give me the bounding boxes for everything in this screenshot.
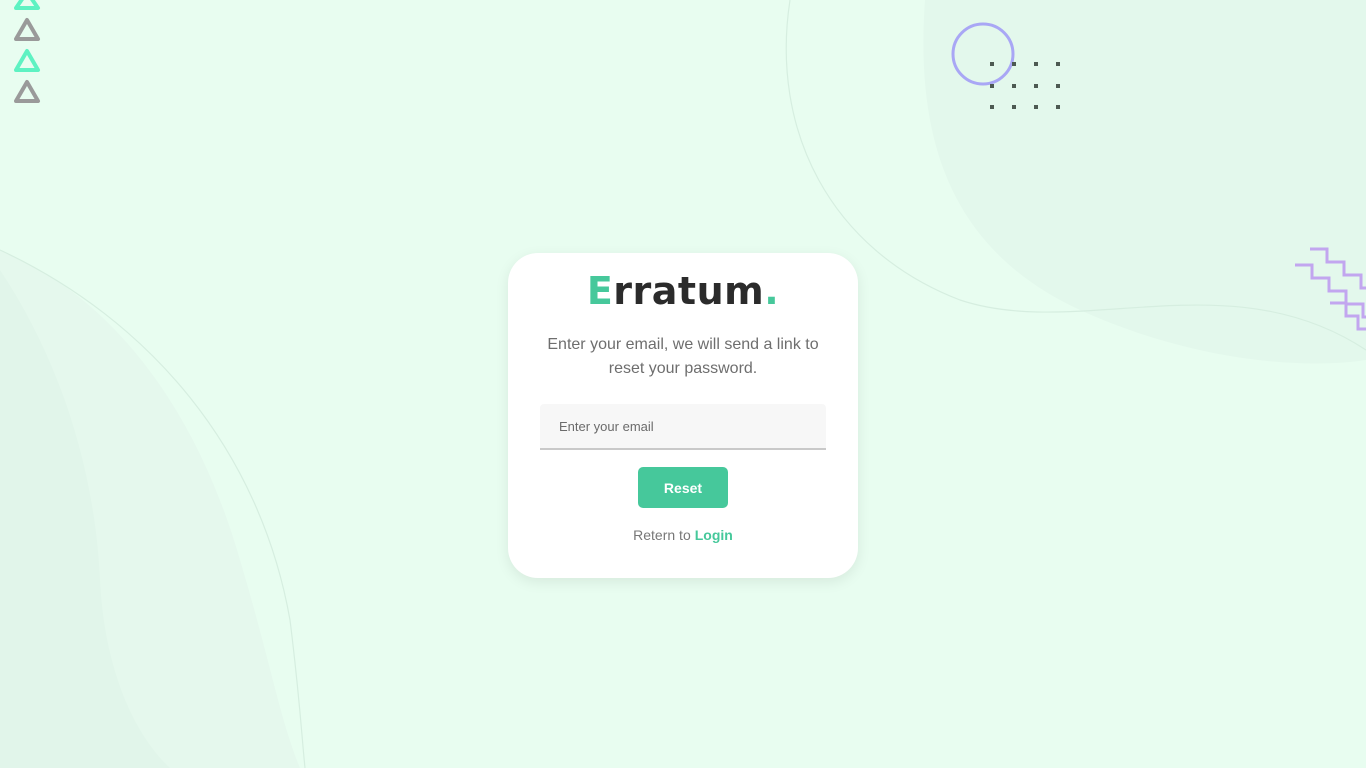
circle-outline-icon — [951, 22, 1015, 86]
brand-logo-initial: E — [586, 269, 614, 313]
return-to-login: Retern to Login — [508, 527, 858, 543]
brand-logo: Erratum. — [508, 267, 858, 315]
brand-logo-text: rratum — [613, 269, 765, 313]
reset-button[interactable]: Reset — [638, 467, 728, 508]
triangle-outline-icon — [14, 0, 40, 103]
zigzag-icon — [1295, 247, 1366, 331]
return-text: Retern to — [633, 527, 691, 543]
reset-instructions: Enter your email, we will send a link to… — [547, 336, 819, 377]
email-input[interactable] — [540, 404, 826, 450]
dot-grid-icon — [990, 62, 1060, 109]
reset-password-card: Erratum. Enter your email, we will send … — [508, 253, 858, 578]
login-link[interactable]: Login — [695, 527, 733, 543]
brand-logo-dot: . — [764, 269, 780, 313]
